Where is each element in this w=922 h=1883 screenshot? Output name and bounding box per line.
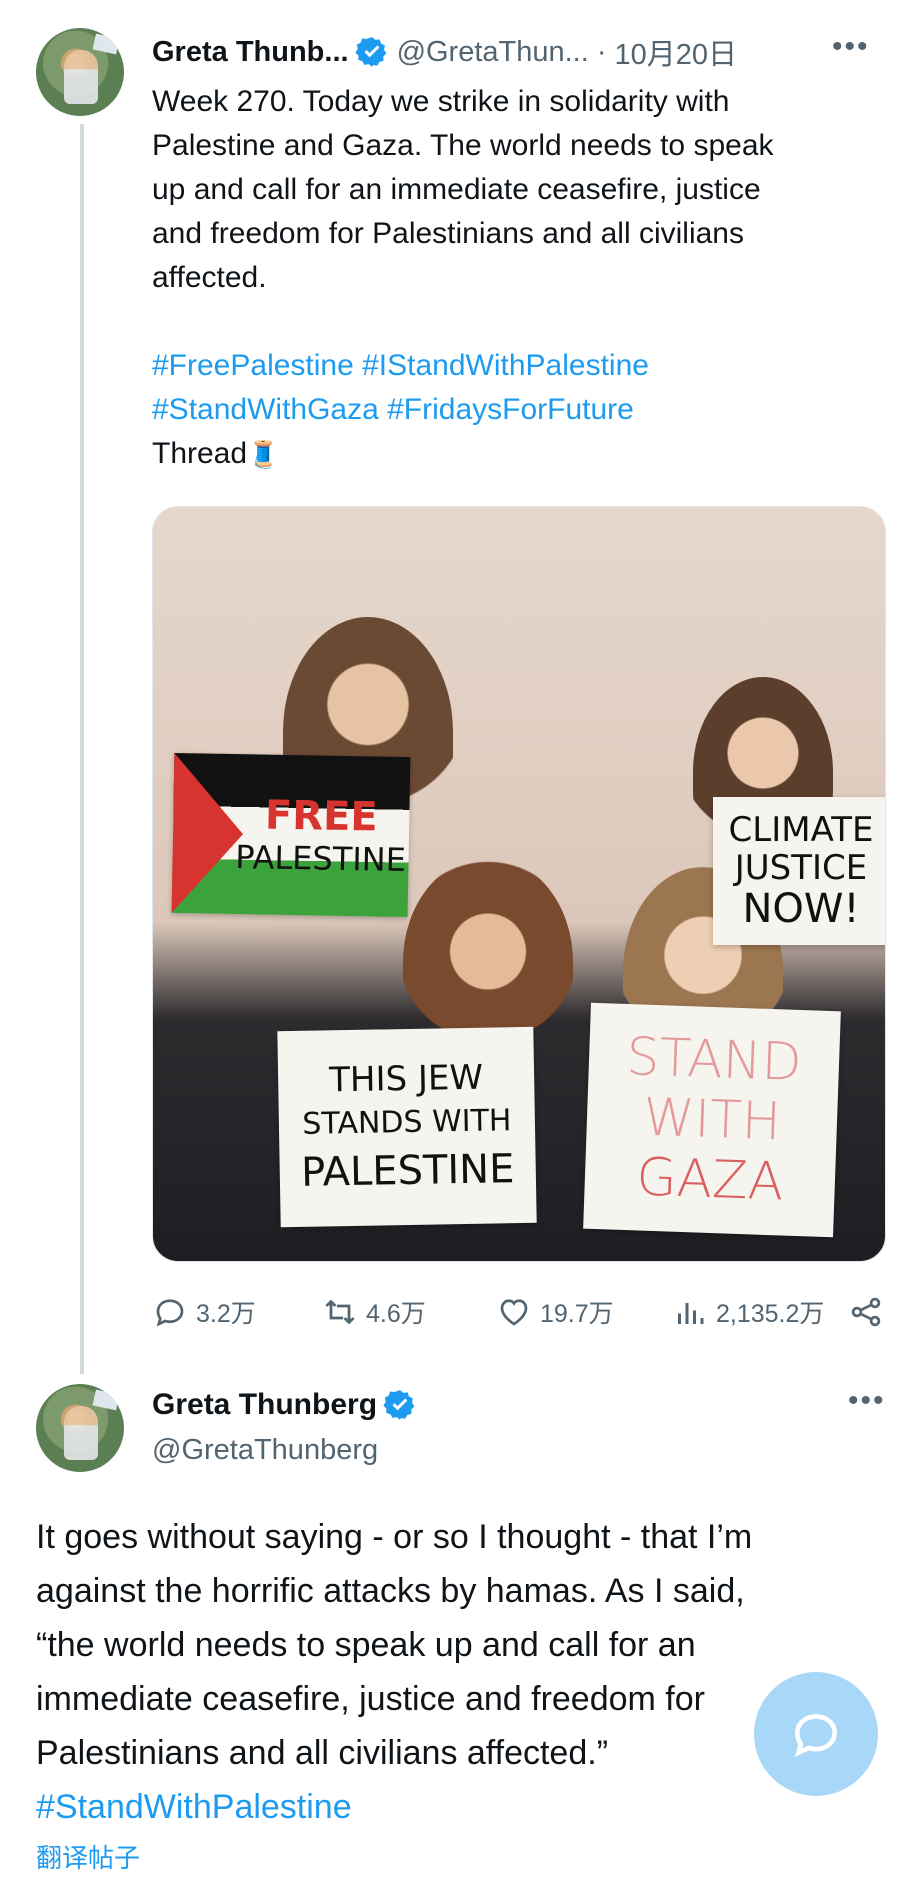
- avatar[interactable]: [36, 28, 124, 116]
- sign-this-jew-stands-with-palestine: THIS JEW STANDS WITH PALESTINE: [277, 1026, 537, 1228]
- views-button[interactable]: 2,135.2万: [672, 1294, 824, 1330]
- sign-text: STANDS WITH: [302, 1103, 512, 1142]
- body-line: It goes without saying - or so I thought…: [36, 1518, 753, 1556]
- sign-text: PALESTINE: [300, 1146, 515, 1196]
- body-line: up and call for an immediate ceasefire, …: [152, 173, 761, 206]
- sign-text: CLIMATE: [728, 810, 874, 850]
- sign-text: STAND: [625, 1026, 803, 1094]
- verified-badge-icon: [354, 37, 386, 67]
- like-button[interactable]: 19.7万: [496, 1294, 614, 1330]
- tweet-header: Greta Thunb... @GretaThun... · 10月20日: [152, 32, 737, 72]
- author-name-row: Greta Thunberg: [152, 1388, 425, 1422]
- thread-label: Thread: [152, 437, 248, 470]
- sign-free-palestine: FREE PALESTINE: [171, 752, 411, 918]
- hashtag-line[interactable]: #StandWithGaza #FridaysForFuture: [152, 388, 872, 432]
- views-count: 2,135.2万: [716, 1300, 825, 1328]
- thread-label-line: Thread🧵: [152, 432, 872, 476]
- repost-count: 4.6万: [366, 1300, 426, 1328]
- tweet-body: Week 270. Today we strike in solidarity …: [152, 80, 872, 476]
- hashtag-line[interactable]: #FreePalestine #IStandWithPalestine: [152, 344, 872, 388]
- sign-text: WITH: [642, 1087, 782, 1153]
- body-line: against the horrific attacks by hamas. A…: [36, 1572, 745, 1610]
- body-line: Week 270. Today we strike in solidarity …: [152, 85, 730, 118]
- sign-text: JUSTICE: [734, 848, 868, 888]
- tweet-main[interactable]: Greta Thunb... @GretaThun... · 10月20日 ••…: [0, 0, 922, 1380]
- hashtag-link[interactable]: #StandWithPalestine: [36, 1780, 896, 1834]
- thread-emoji-icon: 🧵: [247, 439, 280, 469]
- more-icon[interactable]: •••: [832, 30, 870, 64]
- separator-dot: ·: [596, 35, 607, 68]
- author-handle[interactable]: @GretaThunberg: [152, 1434, 378, 1467]
- tweet-body: It goes without saying - or so I thought…: [36, 1510, 896, 1834]
- sign-text: FREE: [264, 792, 379, 841]
- sign-text: THIS JEW: [328, 1057, 484, 1101]
- sign-climate-justice-now: CLIMATE JUSTICE NOW!: [713, 797, 885, 945]
- share-button[interactable]: [848, 1294, 884, 1330]
- repost-icon: [325, 1299, 355, 1325]
- sign-text: PALESTINE: [234, 838, 407, 880]
- share-icon: [851, 1297, 881, 1327]
- tweet-actions-bar: 3.2万 4.6万 19.7万 2,135.2万: [152, 1290, 886, 1334]
- sign-stand-with-gaza: STAND WITH GAZA: [583, 1002, 841, 1238]
- verified-badge-icon: [383, 1390, 415, 1420]
- like-icon: [500, 1299, 528, 1326]
- body-line: Palestine and Gaza. The world needs to s…: [152, 129, 774, 162]
- repost-button[interactable]: 4.6万: [322, 1294, 426, 1330]
- more-icon[interactable]: •••: [848, 1384, 886, 1418]
- views-icon: [678, 1303, 704, 1324]
- avatar[interactable]: [36, 1384, 124, 1472]
- sign-text: GAZA: [635, 1147, 785, 1213]
- body-line: “the world needs to speak up and call fo…: [36, 1626, 696, 1664]
- body-line: affected.: [152, 261, 267, 294]
- reply-button[interactable]: 3.2万: [152, 1294, 256, 1330]
- body-line: and freedom for Palestinians and all civ…: [152, 217, 744, 250]
- translate-post-link[interactable]: 翻译帖子: [36, 1838, 140, 1875]
- compose-icon: [794, 1714, 838, 1757]
- compose-button[interactable]: [754, 1672, 878, 1796]
- sign-text: NOW!: [742, 886, 860, 932]
- tweet-timestamp[interactable]: 10月20日: [614, 31, 737, 73]
- author-name[interactable]: Greta Thunberg: [152, 1388, 377, 1422]
- like-count: 19.7万: [540, 1300, 614, 1328]
- reply-icon: [156, 1299, 184, 1327]
- author-name[interactable]: Greta Thunb...: [152, 36, 349, 69]
- thread-connector-line: [80, 124, 84, 1374]
- tweet-photo[interactable]: FREE PALESTINE CLIMATE JUSTICE NOW! THIS…: [152, 506, 886, 1262]
- author-handle[interactable]: @GretaThun...: [397, 36, 589, 69]
- reply-count: 3.2万: [196, 1300, 256, 1328]
